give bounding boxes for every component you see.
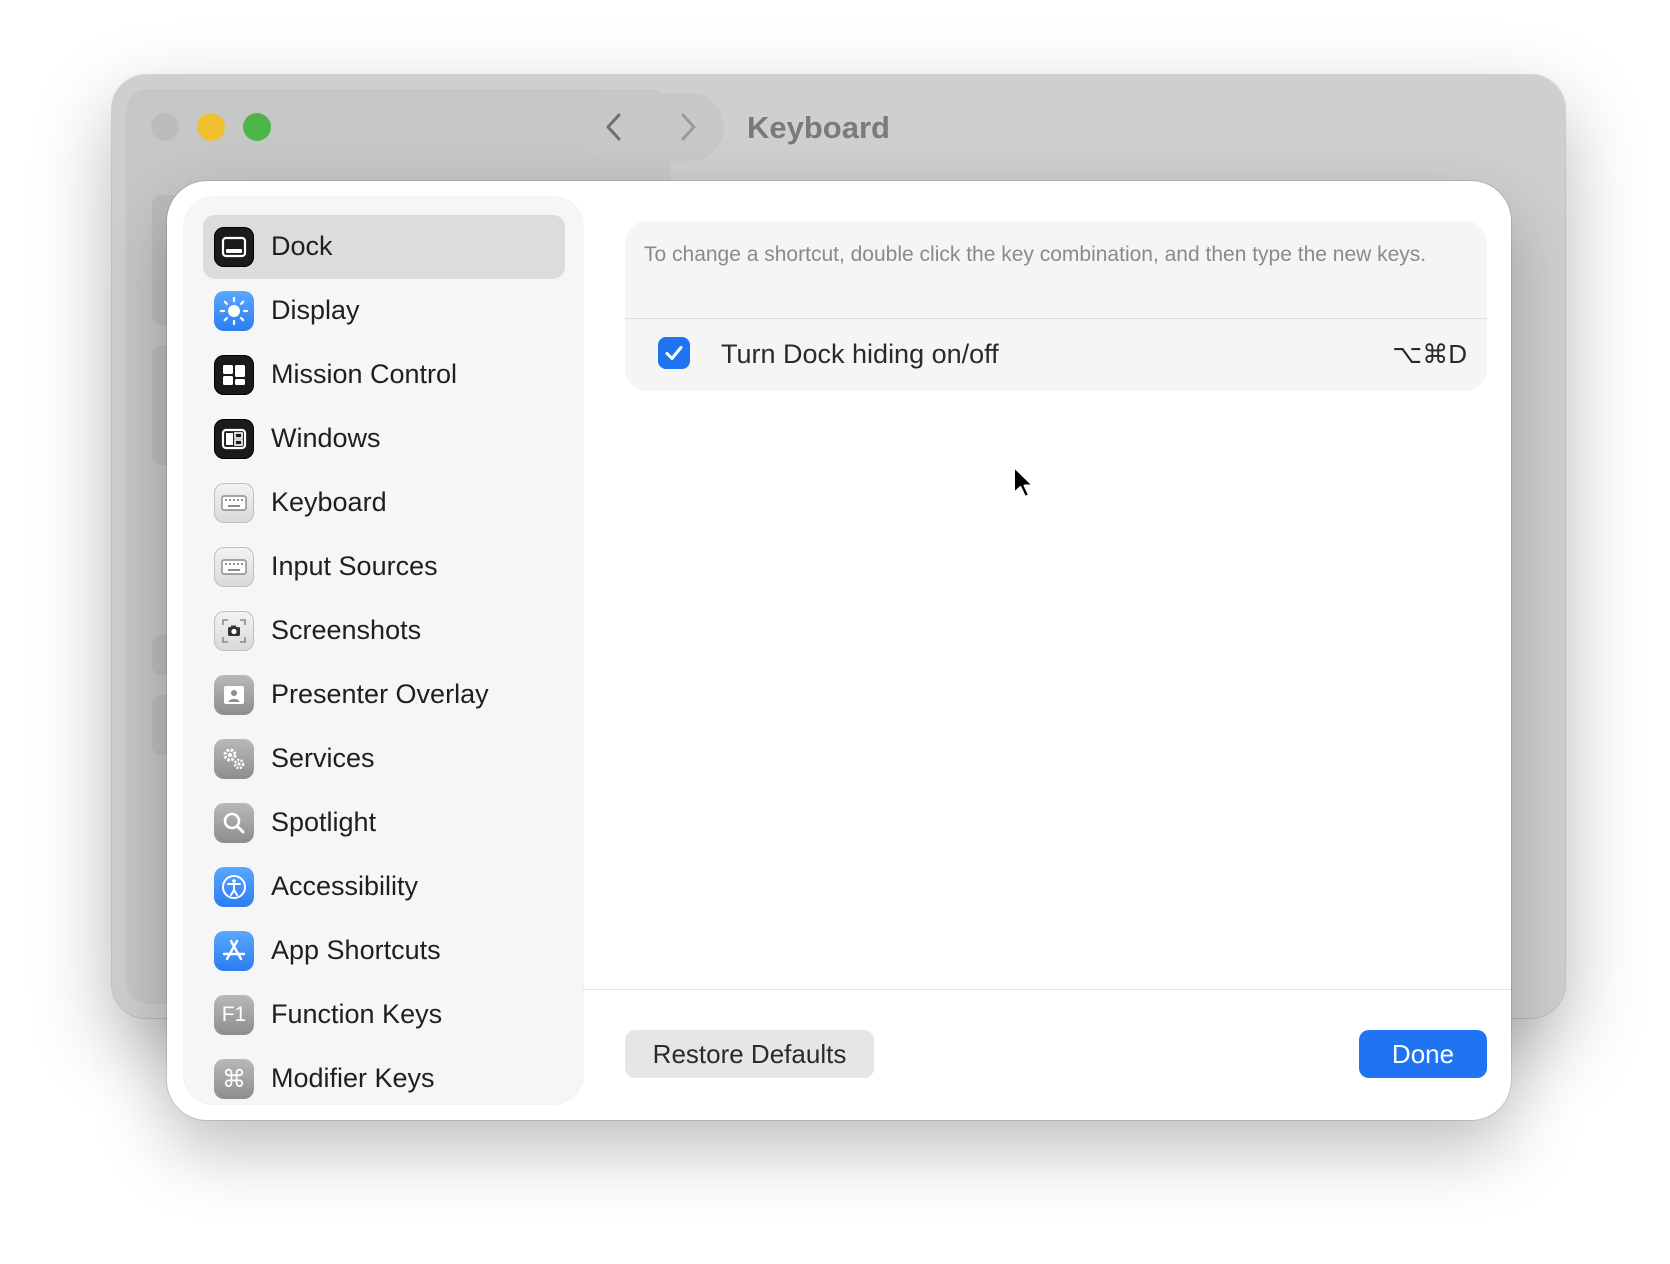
sidebar-item-modifier-keys[interactable]: ⌘ Modifier Keys [203,1047,565,1104]
shortcut-checkbox[interactable] [658,337,690,369]
shortcuts-panel: To change a shortcut, double click the k… [625,221,1487,391]
sidebar-item-input-sources[interactable]: Input Sources [203,535,565,599]
sidebar-item-dock[interactable]: Dock [203,215,565,279]
minimize-button[interactable] [197,113,225,141]
sidebar-item-label: Input Sources [271,551,438,581]
dock-icon [214,227,254,267]
sidebar-item-label: Accessibility [271,871,419,901]
keyboard-icon [214,483,254,523]
sidebar-item-label: Display [271,295,360,325]
magnifier-icon [214,803,254,843]
sidebar-item-function-keys[interactable]: F1 Function Keys [203,983,565,1047]
sidebar-item-label: Modifier Keys [271,1063,435,1093]
chevron-right-icon[interactable] [671,110,703,144]
sidebar-item-label: Services [271,743,375,773]
shortcut-label: Turn Dock hiding on/off [721,339,999,369]
instruction-text: To change a shortcut, double click the k… [644,243,1427,266]
shortcut-key-combination[interactable]: ⌥⌘D [1392,339,1467,370]
sidebar-item-label: Presenter Overlay [271,679,489,709]
close-button[interactable] [151,113,179,141]
maximize-button[interactable] [243,113,271,141]
sidebar-item-label: App Shortcuts [271,935,441,965]
divider [625,318,1487,319]
sidebar-item-label: Spotlight [271,807,377,837]
sidebar-item-screenshots[interactable]: Screenshots [203,599,565,663]
presenter-overlay-icon [214,675,254,715]
sidebar-item-keyboard[interactable]: Keyboard [203,471,565,535]
camera-icon [214,611,254,651]
chevron-left-icon[interactable] [599,110,631,144]
display-brightness-icon [214,291,254,331]
sidebar-item-label: Dock [271,231,333,261]
sidebar-item-label: Mission Control [271,359,458,389]
restore-defaults-button[interactable]: Restore Defaults [625,1030,874,1078]
window-title: Keyboard [747,110,890,145]
windows-icon [214,419,254,459]
keyboard-shortcuts-sheet: Dock Display Mission Control Windows Key [167,181,1511,1120]
sidebar-item-label: Screenshots [271,615,422,645]
sidebar-item-display[interactable]: Display [203,279,565,343]
gears-icon [214,739,254,779]
app-store-icon [214,931,254,971]
accessibility-icon [214,867,254,907]
checkmark-icon [665,346,683,360]
command-key-icon: ⌘ [214,1059,254,1099]
sidebar-item-mission-control[interactable]: Mission Control [203,343,565,407]
sidebar-item-services[interactable]: Services [203,727,565,791]
sidebar-item-windows[interactable]: Windows [203,407,565,471]
sidebar-item-label: Windows [271,423,381,453]
shortcuts-sidebar: Dock Display Mission Control Windows Key [184,197,583,1104]
done-button[interactable]: Done [1359,1030,1487,1078]
sidebar-item-app-shortcuts[interactable]: App Shortcuts [203,919,565,983]
sidebar-item-label: Keyboard [271,487,387,517]
mission-control-icon [214,355,254,395]
sidebar-item-presenter-overlay[interactable]: Presenter Overlay [203,663,565,727]
sidebar-item-spotlight[interactable]: Spotlight [203,791,565,855]
mouse-pointer-icon [1013,466,1034,498]
input-sources-keyboard-icon [214,547,254,587]
command-key-icon-text: ⌘ [222,1065,246,1093]
f1-key-icon: F1 [214,995,254,1035]
sidebar-item-label: Function Keys [271,999,443,1029]
sidebar-item-accessibility[interactable]: Accessibility [203,855,565,919]
f1-key-icon-text: F1 [221,1003,247,1026]
footer-divider [583,989,1511,990]
